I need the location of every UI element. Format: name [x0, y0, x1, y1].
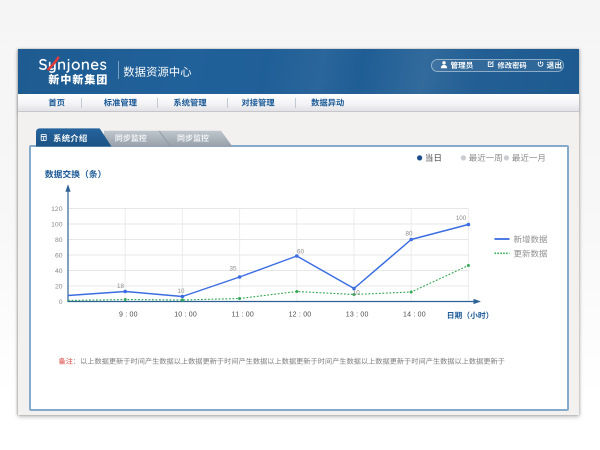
svg-text:60: 60 — [55, 252, 63, 259]
svg-text:120: 120 — [51, 206, 63, 213]
svg-text:10: 10 — [178, 288, 185, 295]
svg-text:60: 60 — [297, 248, 304, 255]
svg-text:35: 35 — [230, 265, 237, 272]
svg-text:0: 0 — [59, 299, 63, 306]
svg-text:11 : 00: 11 : 00 — [232, 311, 254, 318]
svg-text:10: 10 — [353, 290, 360, 297]
svg-text:80: 80 — [406, 230, 413, 237]
svg-text:9 : 00: 9 : 00 — [119, 311, 138, 318]
svg-text:12 : 00: 12 : 00 — [289, 311, 312, 318]
svg-text:80: 80 — [55, 237, 63, 244]
svg-text:14 : 00: 14 : 00 — [403, 311, 426, 318]
svg-text:13 : 00: 13 : 00 — [346, 311, 369, 318]
svg-text:18: 18 — [117, 283, 124, 290]
svg-text:20: 20 — [55, 283, 63, 290]
svg-text:10 : 00: 10 : 00 — [174, 311, 197, 318]
svg-text:40: 40 — [55, 268, 63, 275]
svg-text:100: 100 — [51, 221, 63, 228]
svg-text:100: 100 — [456, 215, 467, 222]
